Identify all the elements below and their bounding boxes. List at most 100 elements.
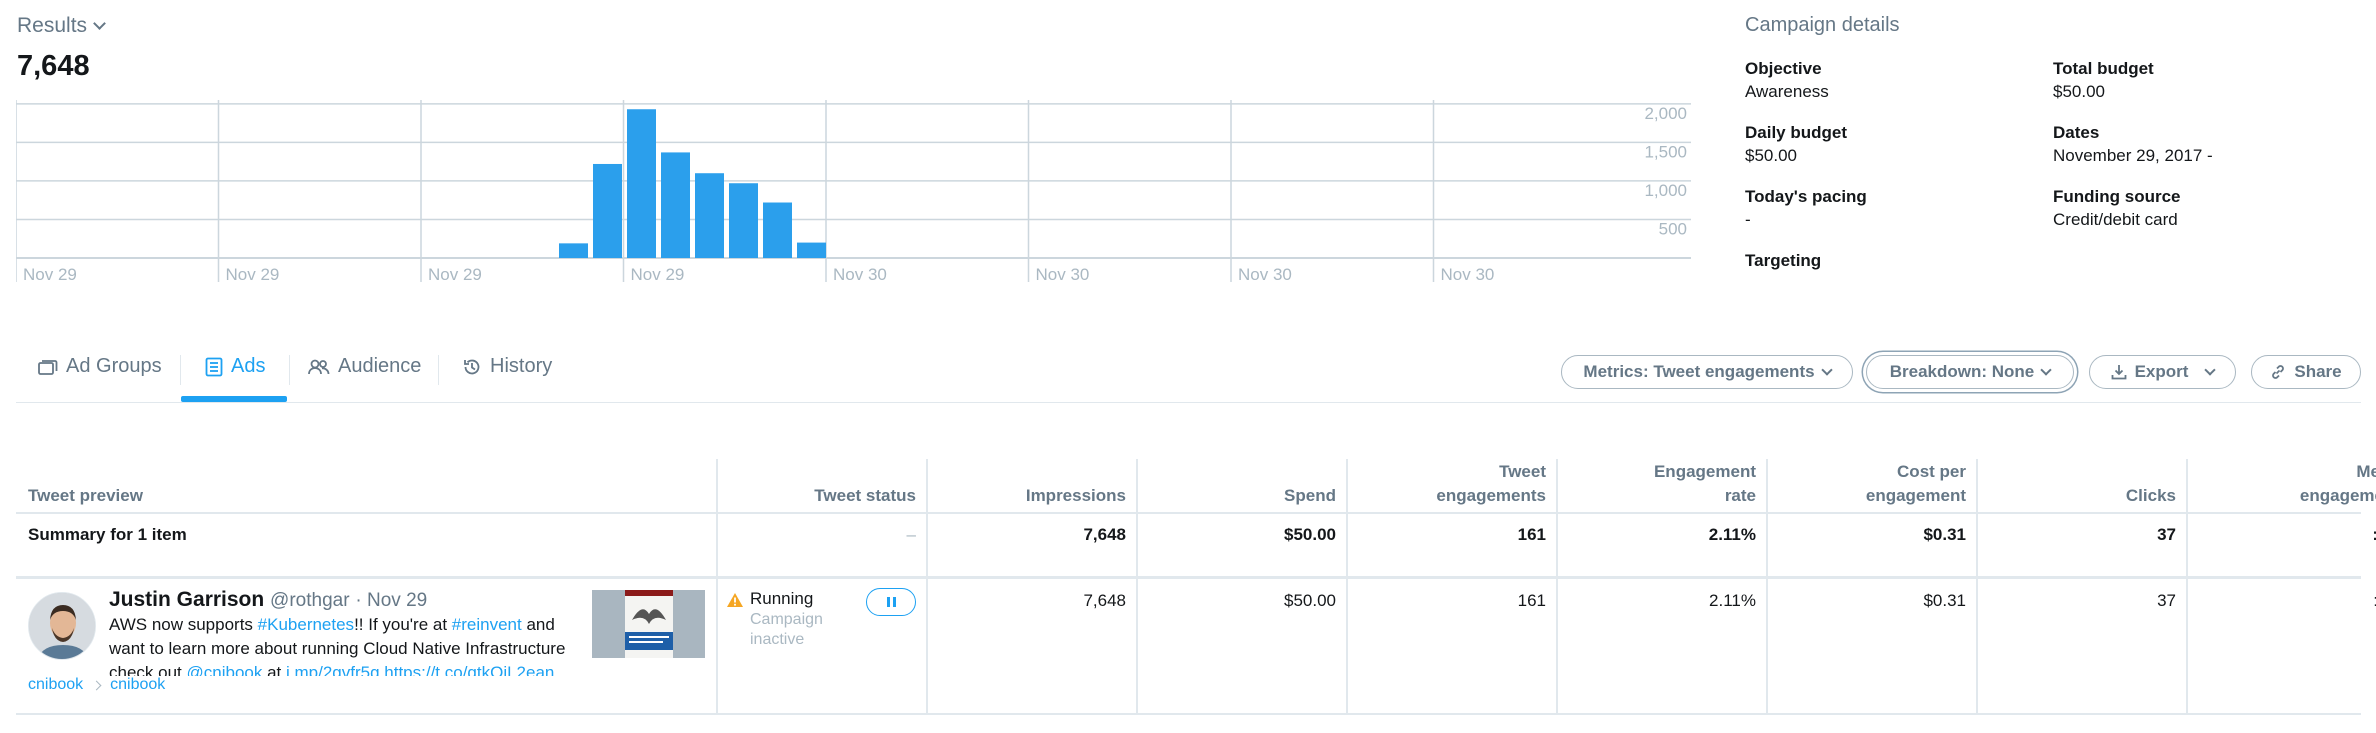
chevron-down-icon (2040, 364, 2052, 376)
y-tick-label: 500 (1659, 219, 1687, 238)
share-button[interactable]: Share (2251, 355, 2361, 389)
column-divider (716, 459, 718, 714)
header-tweet-preview: Tweet preview (28, 486, 143, 505)
chart-bar (695, 173, 724, 258)
tab-history-label: History (490, 355, 553, 377)
tab-divider (289, 355, 290, 385)
breakdown-dropdown[interactable]: Breakdown: None (1866, 355, 2074, 389)
row-tweet-engagements: 161 (1517, 591, 1546, 610)
url-link[interactable]: j.mp/2gvfr5g (286, 663, 380, 676)
hashtag-link[interactable]: #Kubernetes (258, 615, 354, 634)
avatar[interactable] (28, 592, 96, 660)
results-dropdown[interactable]: Results (17, 14, 106, 38)
breadcrumb-campaign[interactable]: cnibook (28, 676, 83, 694)
share-label: Share (2294, 362, 2342, 381)
row-media-engagements: : (2186, 591, 2376, 611)
column-divider (2186, 459, 2188, 714)
tab-audience[interactable]: Audience (308, 355, 421, 378)
tweet-text: AWS now supports #Kubernetes!! If you're… (109, 613, 567, 676)
header-clicks[interactable]: Clicks (1976, 484, 2176, 508)
row-engagement-rate: 2.11% (1709, 591, 1756, 610)
row-clicks: 37 (2157, 591, 2176, 610)
chevron-down-icon (1820, 364, 1833, 376)
tab-divider (438, 355, 439, 385)
column-divider (1976, 459, 1978, 714)
tweet-author-handle[interactable]: @rothgar (270, 590, 350, 611)
header-line: Engagement (1653, 462, 1756, 481)
tweet-media-thumbnail[interactable] (592, 590, 705, 658)
header-tweet-engagements[interactable]: Tweet engagements (1346, 460, 1546, 508)
column-divider (1136, 459, 1138, 714)
tweet-status-detail: Campaign inactive (750, 611, 823, 648)
todays-pacing-value: - (1745, 210, 1751, 229)
summary-engagement-rate: 2.11% (1708, 525, 1756, 544)
x-tick-label: Nov 29 (631, 265, 685, 284)
summary-media-engagements: : (2186, 525, 2376, 545)
pause-icon-bar (886, 597, 890, 607)
download-icon (2111, 365, 2126, 380)
y-tick-label: 1,000 (1644, 181, 1687, 200)
header-tweet-status: Tweet status (814, 486, 916, 505)
total-budget-label: Total budget (2053, 59, 2154, 78)
metrics-dropdown[interactable]: Metrics: Tweet engagements (1561, 355, 1853, 389)
targeting-label: Targeting (1745, 251, 1822, 270)
header-impressions[interactable]: Impressions (926, 484, 1126, 508)
pause-icon-bar (892, 597, 896, 607)
url-link[interactable]: https://t.co/qtkOjL2ean (384, 663, 554, 676)
row-impressions: 7,648 (1083, 591, 1126, 610)
chart-bar (661, 152, 690, 258)
summary-divider (16, 576, 2361, 579)
hashtag-link[interactable]: #reinvent (452, 615, 522, 634)
total-budget-value: $50.00 (2053, 82, 2105, 101)
column-divider (926, 459, 928, 714)
pause-button[interactable] (866, 588, 916, 616)
tweet-text-part: AWS now supports (109, 615, 258, 634)
y-tick-label: 2,000 (1644, 104, 1687, 123)
header-line: rate (1724, 486, 1756, 505)
tweet-date: · Nov 29 (355, 590, 428, 611)
summary-impressions: 7,648 (1083, 525, 1126, 544)
tab-ad-groups[interactable]: Ad Groups (38, 355, 162, 378)
y-tick-label: 1,500 (1644, 142, 1687, 161)
tweet-author-name[interactable]: Justin Garrison (109, 588, 264, 611)
header-engagement-rate[interactable]: Engagement rate (1556, 460, 1756, 508)
avatar-image (29, 593, 95, 659)
chart-bar (627, 109, 656, 258)
breadcrumb: cnibook cnibook (28, 676, 165, 694)
objective-label: Objective (1745, 59, 1822, 78)
summary-spend: $50.00 (1284, 525, 1336, 544)
x-tick-label: Nov 30 (1036, 265, 1090, 284)
tweet-header: Justin Garrison @rothgar · Nov 29 (109, 588, 427, 612)
x-tick-label: Nov 29 (23, 265, 77, 284)
summary-tweet-engagements: 161 (1517, 525, 1546, 544)
campaign-details-title: Campaign details (1745, 14, 1900, 36)
x-tick-label: Nov 29 (226, 265, 280, 284)
tab-ads[interactable]: Ads (205, 355, 265, 378)
column-divider (1556, 459, 1558, 714)
chevron-down-icon (93, 17, 106, 30)
results-chart: Nov 29 Nov 29 Nov 29 Nov 29 Nov 30 Nov 30 Nov … (16, 100, 1691, 284)
history-icon (464, 359, 480, 374)
export-label: Export (2134, 362, 2189, 381)
header-line: Tweet (1499, 462, 1546, 481)
x-tick-label: Nov 30 (1441, 265, 1495, 284)
funding-source-value: Credit/debit card (2053, 210, 2178, 229)
header-media-engagements[interactable]: Me engageme (2186, 460, 2376, 508)
header-line: engageme (2299, 486, 2376, 505)
ads-icon (205, 357, 223, 376)
x-tick-label: Nov 30 (833, 265, 887, 284)
header-cost-per-engagement[interactable]: Cost per engagement (1766, 460, 1966, 508)
daily-budget-value: $50.00 (1745, 146, 1797, 165)
row-spend: $50.00 (1284, 591, 1336, 610)
mention-link[interactable]: @cnibook (187, 663, 263, 676)
column-divider (1346, 459, 1348, 714)
header-line: Me (2356, 462, 2376, 481)
header-spend[interactable]: Spend (1136, 484, 1336, 508)
tab-history[interactable]: History (462, 355, 552, 378)
chevron-down-icon (2204, 364, 2217, 376)
breadcrumb-ad-group[interactable]: cnibook (110, 676, 165, 694)
export-button[interactable]: Export (2089, 355, 2236, 389)
chart-bar (797, 242, 826, 258)
tab-divider (180, 355, 181, 385)
chart-bar (559, 243, 588, 258)
